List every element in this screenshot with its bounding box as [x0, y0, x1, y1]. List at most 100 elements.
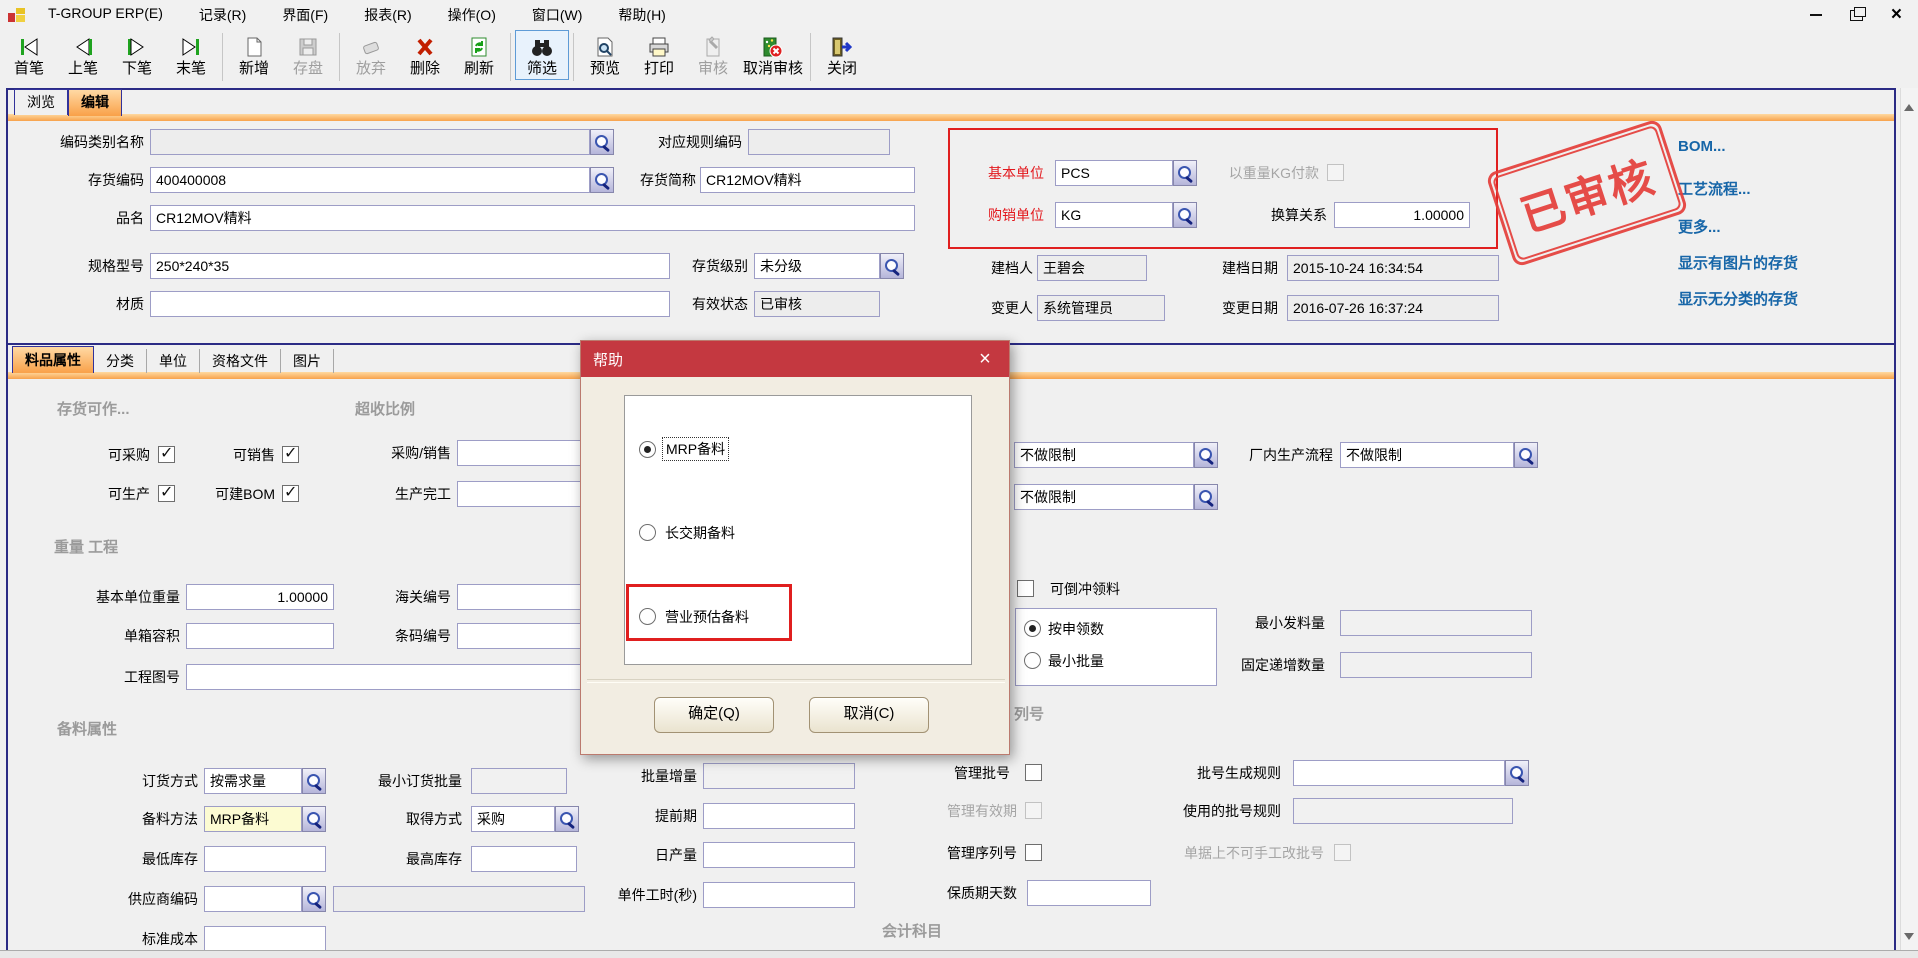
max-stock-field[interactable] [471, 846, 577, 872]
print-button[interactable]: 打印 [632, 30, 686, 79]
scroll-down-icon[interactable] [1904, 933, 1914, 940]
min-issue-field [1340, 610, 1532, 636]
factory-flow-lookup-icon[interactable] [1514, 442, 1538, 468]
restore-icon[interactable] [1850, 10, 1863, 21]
manage-batch-checkbox[interactable] [1025, 764, 1042, 781]
supplier-name-field [333, 886, 585, 912]
restriction2-lookup-icon[interactable] [1194, 484, 1218, 510]
inventory-abbr-label: 存货简称 [622, 167, 696, 193]
option-mrp-label[interactable]: MRP备料 [663, 438, 728, 460]
std-cost-field[interactable] [204, 926, 326, 952]
tab-edit[interactable]: 编辑 [68, 89, 122, 116]
inventory-code-field[interactable]: 400400008 [150, 167, 590, 193]
producible-checkbox[interactable] [158, 485, 175, 502]
batch-rule-label: 批号生成规则 [1177, 760, 1281, 786]
unit-hours-field[interactable] [703, 882, 855, 908]
cancel-audit-button[interactable]: 取消审核 [740, 30, 806, 79]
order-mode-lookup-icon[interactable] [302, 768, 326, 794]
tab-qualification-files[interactable]: 资格文件 [200, 349, 281, 373]
order-mode-field[interactable]: 按需求量 [204, 768, 302, 794]
tab-item-attributes[interactable]: 料品属性 [12, 346, 94, 373]
link-bom[interactable]: BOM... [1678, 138, 1726, 155]
code-category-lookup-icon[interactable] [590, 129, 614, 155]
min-order-label: 最小订货批量 [350, 768, 462, 794]
link-process-flow[interactable]: 工艺流程... [1678, 178, 1751, 199]
toolbar-label: 末笔 [176, 59, 206, 79]
supplier-code-field[interactable] [204, 886, 302, 912]
menu-report[interactable]: 报表(R) [364, 5, 411, 25]
option-long-lead-label[interactable]: 长交期备料 [665, 522, 735, 544]
tab-classification[interactable]: 分类 [94, 349, 147, 373]
inventory-level-lookup-icon[interactable] [880, 253, 904, 279]
new-button[interactable]: 新增 [227, 30, 281, 79]
cancel-button[interactable]: 取消(C) [809, 697, 929, 733]
refresh-button[interactable]: 刷新 [452, 30, 506, 79]
acquire-mode-lookup-icon[interactable] [555, 806, 579, 832]
option-forecast-radio[interactable] [639, 608, 656, 625]
last-record-button[interactable]: 末笔 [164, 30, 218, 79]
ok-button[interactable]: 确定(Q) [654, 697, 774, 733]
restriction1-lookup-icon[interactable] [1194, 442, 1218, 468]
sellable-checkbox[interactable] [282, 446, 299, 463]
batch-rule-field[interactable] [1293, 760, 1505, 786]
help-dialog: 帮助 × MRP备料 长交期备料 营业预估备料 确定(Q) 取消(C) [580, 340, 1010, 755]
minimize-icon[interactable] [1810, 14, 1822, 16]
issue-by-min-batch-radio[interactable] [1024, 652, 1041, 669]
acquire-mode-field[interactable]: 采购 [471, 806, 555, 832]
delete-button[interactable]: 删除 [398, 30, 452, 79]
tab-browse[interactable]: 浏览 [14, 89, 68, 115]
next-record-button[interactable]: 下笔 [110, 30, 164, 79]
daily-output-field[interactable] [703, 842, 855, 868]
rule-code-field[interactable] [748, 129, 890, 155]
batch-rule-lookup-icon[interactable] [1505, 760, 1529, 786]
menu-app[interactable]: T-GROUP ERP(E) [48, 5, 163, 25]
base-weight-field[interactable]: 1.00000 [186, 584, 334, 610]
option-mrp-radio[interactable] [639, 441, 656, 458]
dialog-close-icon[interactable]: × [971, 345, 999, 373]
issue-by-request-radio[interactable] [1024, 620, 1041, 637]
close-window-icon[interactable]: × [1891, 1, 1902, 29]
inventory-abbr-field[interactable]: CR12MOV精料 [700, 167, 915, 193]
inventory-code-lookup-icon[interactable] [590, 167, 614, 193]
purchasable-checkbox[interactable] [158, 446, 175, 463]
link-show-unclassified[interactable]: 显示无分类的存货 [1678, 288, 1798, 309]
over-purchase-sale-label: 采购/销售 [367, 440, 451, 466]
tab-images[interactable]: 图片 [281, 349, 334, 373]
backflush-checkbox[interactable] [1017, 580, 1034, 597]
material-field[interactable] [150, 291, 670, 317]
inventory-level-field[interactable]: 未分级 [754, 253, 880, 279]
product-name-field[interactable]: CR12MOV精料 [150, 205, 915, 231]
scroll-up-icon[interactable] [1904, 104, 1914, 111]
box-volume-field[interactable] [186, 623, 334, 649]
prep-method-lookup-icon[interactable] [302, 806, 326, 832]
menu-help[interactable]: 帮助(H) [618, 5, 665, 25]
spec-field[interactable]: 250*240*35 [150, 253, 670, 279]
vertical-scrollbar[interactable] [1900, 88, 1918, 950]
manage-serial-checkbox[interactable] [1025, 844, 1042, 861]
menu-operate[interactable]: 操作(O) [448, 5, 496, 25]
min-stock-field[interactable] [204, 846, 326, 872]
prep-method-field[interactable]: MRP备料 [204, 806, 302, 832]
link-more[interactable]: 更多... [1678, 216, 1721, 237]
filter-button[interactable]: 筛选 [515, 30, 569, 80]
prev-record-button[interactable]: 上笔 [56, 30, 110, 79]
spec-label: 规格型号 [28, 253, 144, 279]
dialog-titlebar[interactable]: 帮助 × [581, 341, 1009, 377]
preview-button[interactable]: 预览 [578, 30, 632, 79]
tab-unit[interactable]: 单位 [147, 349, 200, 373]
menu-interface[interactable]: 界面(F) [282, 5, 328, 25]
close-form-button[interactable]: 关闭 [815, 30, 869, 79]
code-category-field[interactable] [150, 129, 590, 155]
restriction2-field[interactable]: 不做限制 [1014, 484, 1194, 510]
option-long-lead-radio[interactable] [639, 524, 656, 541]
factory-flow-field[interactable]: 不做限制 [1340, 442, 1514, 468]
lead-time-field[interactable] [703, 803, 855, 829]
menu-window[interactable]: 窗口(W) [532, 5, 583, 25]
restriction1-field[interactable]: 不做限制 [1014, 442, 1194, 468]
shelf-days-field[interactable] [1027, 880, 1151, 906]
link-show-with-images[interactable]: 显示有图片的存货 [1678, 252, 1798, 273]
menu-record[interactable]: 记录(R) [199, 5, 246, 25]
first-record-button[interactable]: 首笔 [2, 30, 56, 79]
supplier-lookup-icon[interactable] [302, 886, 326, 912]
bomable-checkbox[interactable] [282, 485, 299, 502]
